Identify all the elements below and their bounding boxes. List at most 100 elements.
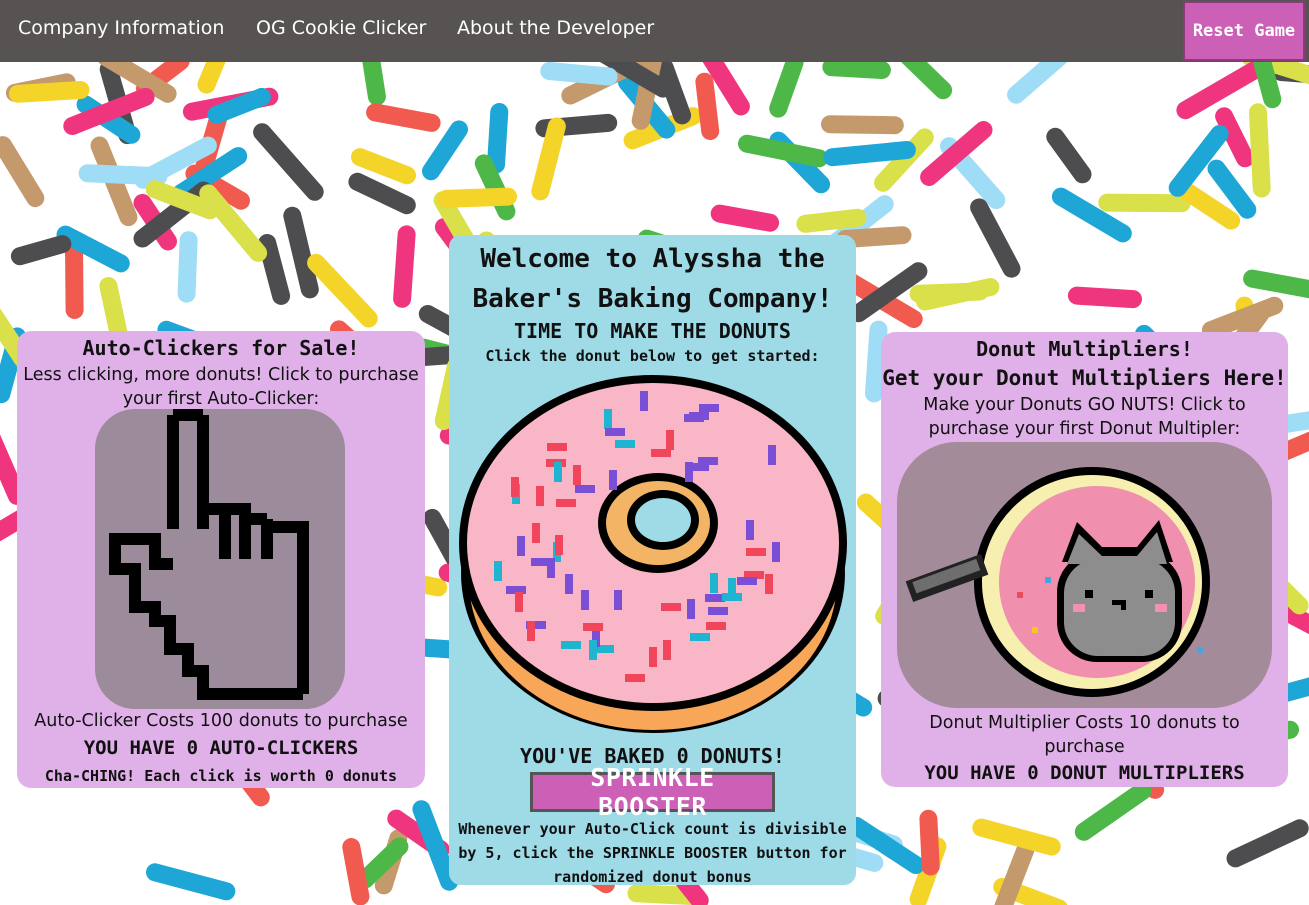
sprinkle bbox=[769, 62, 804, 118]
donut-sprinkle bbox=[615, 440, 635, 448]
auto-clicker-count: YOU HAVE 0 AUTO-CLICKERS bbox=[83, 737, 359, 759]
donut-sprinkle bbox=[536, 486, 544, 506]
nav-link-og-cookie-clicker[interactable]: OG Cookie Clicker bbox=[256, 17, 426, 39]
navbar: Company Information OG Cookie Clicker Ab… bbox=[0, 0, 1309, 62]
sprinkle bbox=[422, 120, 468, 181]
sprinkle bbox=[970, 198, 1021, 278]
donut-sprinkle bbox=[687, 599, 695, 619]
sprinkle bbox=[919, 809, 940, 876]
auto-clicker-cost: Auto-Clicker Costs 100 donuts to purchas… bbox=[34, 711, 408, 731]
donut-sprinkle bbox=[532, 523, 540, 543]
sprinkle bbox=[738, 134, 829, 168]
sprinkle bbox=[342, 838, 370, 905]
start-instruction: Click the donut below to get started: bbox=[485, 347, 820, 365]
donut-sprinkle bbox=[706, 622, 726, 630]
donut-sprinkle bbox=[765, 574, 773, 594]
sprinkle bbox=[1046, 127, 1092, 184]
sprinkle bbox=[1176, 62, 1263, 120]
sprinkle bbox=[822, 62, 891, 79]
donut-sprinkle bbox=[737, 577, 757, 585]
pusheen-donut-cat-icon bbox=[905, 467, 1210, 697]
sprinkle bbox=[65, 237, 84, 319]
donut-sprinkle bbox=[710, 573, 718, 593]
sprinkle bbox=[865, 320, 888, 403]
donut-sprinkle bbox=[666, 430, 674, 450]
sprinkle bbox=[146, 863, 236, 901]
donut-sprinkle bbox=[690, 633, 710, 641]
sprinkle bbox=[258, 234, 291, 305]
donut-sprinkle bbox=[556, 499, 576, 507]
sprinkle bbox=[710, 204, 780, 232]
donut-sprinkle bbox=[768, 445, 776, 465]
sprinkle bbox=[1253, 62, 1282, 109]
sprinkle bbox=[197, 62, 226, 94]
sprinkle bbox=[1249, 103, 1271, 198]
buy-multiplier-button[interactable] bbox=[897, 442, 1272, 708]
donut-sprinkle bbox=[554, 462, 562, 482]
sprinkle bbox=[1007, 62, 1068, 104]
donut-sprinkle bbox=[547, 558, 555, 578]
booster-note: Whenever your Auto-Click count is divisi… bbox=[458, 820, 847, 886]
sprinkle bbox=[0, 434, 26, 505]
multiplier-subtitle: Get your Donut Multipliers Here! bbox=[882, 366, 1287, 390]
sprinkle bbox=[362, 62, 386, 106]
donut-sprinkle bbox=[684, 414, 704, 422]
sprinkle bbox=[540, 62, 618, 86]
donut-sprinkle bbox=[698, 457, 718, 465]
sprinkle bbox=[821, 115, 904, 135]
buy-auto-clicker-button[interactable] bbox=[95, 409, 345, 709]
reset-game-button[interactable]: Reset Game bbox=[1183, 1, 1305, 61]
donut-sprinkle bbox=[561, 641, 581, 649]
sprinkle bbox=[695, 72, 720, 140]
donut-sprinkle bbox=[609, 470, 617, 490]
sprinkle bbox=[796, 208, 867, 233]
donut-sprinkle bbox=[511, 477, 519, 497]
donut-sprinkle bbox=[661, 603, 681, 611]
sprinkle bbox=[283, 206, 319, 299]
donut-sprinkle bbox=[565, 574, 573, 594]
donut-sprinkle bbox=[746, 548, 766, 556]
donut-sprinkle bbox=[651, 449, 671, 457]
pixel-hand-cursor-icon bbox=[109, 409, 325, 709]
donut-multiplier-card: Donut Multipliers! Get your Donut Multip… bbox=[881, 332, 1288, 787]
donut-sprinkle bbox=[555, 535, 563, 555]
sprinkle bbox=[10, 235, 72, 266]
donut-sprinkle bbox=[515, 592, 523, 612]
nav-link-company-information[interactable]: Company Information bbox=[18, 17, 224, 39]
donuts-subtitle: TIME TO MAKE THE DONUTS bbox=[514, 319, 791, 343]
main-donut-card: Welcome to Alyssha the Baker's Baking Co… bbox=[449, 235, 856, 886]
sprinkle bbox=[307, 253, 378, 328]
sprinkle bbox=[487, 103, 509, 174]
sprinkle bbox=[351, 148, 416, 185]
auto-clicker-card: Auto-Clickers for Sale! Less clicking, m… bbox=[17, 331, 425, 788]
sprinkle bbox=[366, 103, 441, 132]
donut-sprinkle bbox=[699, 404, 719, 412]
donut-click-button[interactable] bbox=[451, 368, 855, 740]
donut-sprinkle bbox=[575, 485, 595, 493]
multiplier-count: YOU HAVE 0 DONUT MULTIPLIERS bbox=[924, 762, 1245, 784]
donut-sprinkle bbox=[605, 428, 625, 436]
donut-sprinkle bbox=[708, 607, 728, 615]
donut-sprinkle bbox=[746, 520, 754, 540]
multiplier-title: Donut Multipliers! bbox=[976, 337, 1193, 361]
donut-sprinkle bbox=[722, 593, 742, 601]
sprinkle-booster-button[interactable]: SPRINKLE BOOSTER bbox=[530, 763, 775, 821]
donut-sprinkle bbox=[573, 465, 581, 485]
auto-clicker-description: Less clicking, more donuts! Click to pur… bbox=[23, 365, 419, 409]
sprinkle bbox=[253, 123, 324, 201]
sprinkle bbox=[393, 225, 416, 308]
donut-sprinkle bbox=[663, 640, 671, 660]
auto-clicker-worth: Cha-CHING! Each click is worth 0 donuts bbox=[44, 767, 398, 785]
donut-sprinkle bbox=[625, 674, 645, 682]
sprinkle bbox=[901, 62, 953, 100]
nav-link-about-developer[interactable]: About the Developer bbox=[457, 17, 654, 39]
multiplier-cost: Donut Multiplier Costs 10 donuts to purc… bbox=[929, 713, 1240, 757]
sprinkle bbox=[1098, 193, 1191, 213]
donut-sprinkle bbox=[649, 647, 657, 667]
donut-sprinkle bbox=[583, 623, 603, 631]
sprinkle bbox=[1243, 269, 1309, 299]
sprinkle bbox=[909, 282, 989, 303]
donut-sprinkle bbox=[614, 590, 622, 610]
donut-sprinkle bbox=[581, 590, 589, 610]
sprinkle bbox=[9, 81, 90, 103]
